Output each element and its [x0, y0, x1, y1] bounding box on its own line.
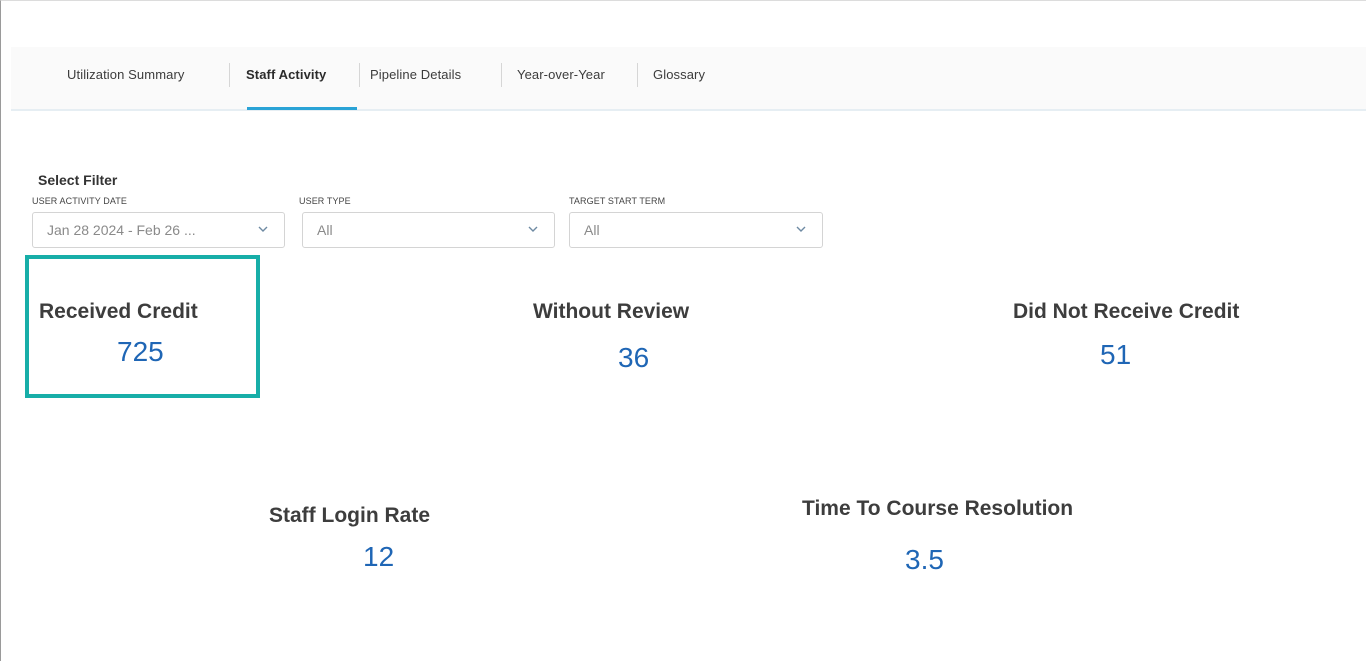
filter-title: Select Filter [38, 172, 118, 188]
active-tab-indicator [247, 107, 357, 110]
chevron-down-icon [258, 226, 268, 232]
tab-year-over-year[interactable]: Year-over-Year [517, 67, 605, 82]
tab-divider [501, 63, 502, 87]
chevron-down-icon [796, 226, 806, 232]
received-credit-highlight [25, 255, 260, 398]
target-start-term-value: All [584, 222, 600, 238]
target-start-term-select[interactable]: All [569, 212, 823, 248]
user-type-value: All [317, 222, 333, 238]
tab-pipeline-details[interactable]: Pipeline Details [370, 67, 461, 82]
user-type-label: USER TYPE [299, 196, 351, 206]
tab-bar: Utilization Summary Staff Activity Pipel… [11, 47, 1366, 111]
tab-utilization-summary[interactable]: Utilization Summary [67, 67, 184, 82]
staff-login-rate-label: Staff Login Rate [269, 504, 430, 527]
without-review-value: 36 [618, 342, 650, 373]
dashboard-frame: Utilization Summary Staff Activity Pipel… [0, 0, 1366, 661]
tab-glossary[interactable]: Glossary [653, 67, 705, 82]
user-activity-date-value: Jan 28 2024 - Feb 26 ... [47, 222, 196, 238]
received-credit-label: Received Credit [39, 300, 198, 323]
without-review-label: Without Review [533, 300, 690, 323]
did-not-receive-credit-label: Did Not Receive Credit [1013, 300, 1240, 323]
did-not-receive-credit-value: 51 [1100, 339, 1132, 370]
user-activity-date-label: USER ACTIVITY DATE [32, 196, 127, 206]
staff-login-rate-value: 12 [363, 541, 395, 572]
tab-divider [229, 63, 230, 87]
tab-divider [637, 63, 638, 87]
time-to-course-resolution-label: Time To Course Resolution [802, 497, 1074, 520]
tab-staff-activity[interactable]: Staff Activity [246, 67, 326, 82]
received-credit-value: 725 [117, 336, 164, 367]
chevron-down-icon [528, 226, 538, 232]
tab-divider [359, 63, 360, 87]
time-to-course-resolution-value: 3.5 [905, 544, 944, 575]
user-type-select[interactable]: All [302, 212, 555, 248]
user-activity-date-select[interactable]: Jan 28 2024 - Feb 26 ... [32, 212, 285, 248]
target-start-term-label: TARGET START TERM [569, 196, 666, 206]
